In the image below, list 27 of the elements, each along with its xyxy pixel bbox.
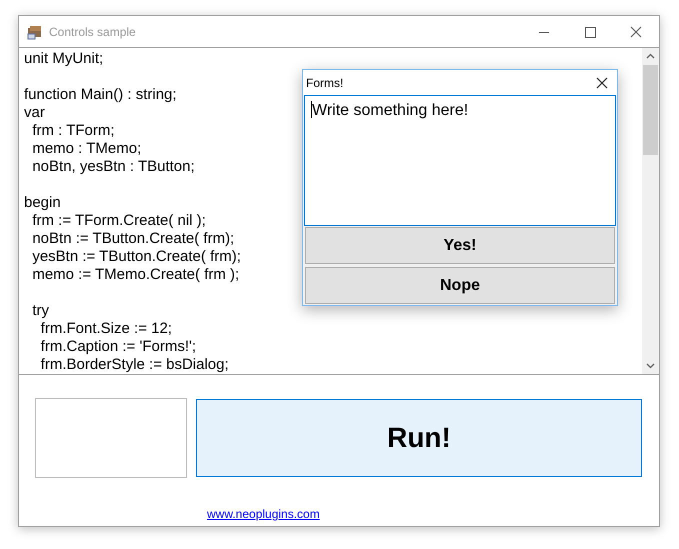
- code-line: noBtn, yesBtn : TButton;: [31, 158, 195, 175]
- website-link[interactable]: www.neoplugins.com: [207, 507, 320, 521]
- code-line: noBtn := TButton.Create( frm);: [31, 230, 234, 247]
- code-line: frm.BorderStyle := bsDialog;: [40, 356, 229, 373]
- run-button[interactable]: Run!: [196, 399, 642, 477]
- app-icon: [27, 24, 43, 40]
- code-line: unit MyUnit;: [24, 50, 104, 67]
- code-line: try: [31, 302, 49, 319]
- scrollbar[interactable]: [642, 48, 659, 374]
- dialog-button[interactable]: Nope: [305, 267, 615, 304]
- scroll-thumb[interactable]: [643, 65, 658, 155]
- code-line: frm.Font.Size := 12;: [40, 320, 172, 337]
- code-line: frm := TForm.Create( nil );: [31, 212, 206, 229]
- code-line: memo : TMemo;: [31, 140, 142, 157]
- close-icon[interactable]: [596, 76, 608, 88]
- code-line: function Main() : string;: [24, 86, 177, 103]
- window-title: Controls sample: [49, 24, 136, 40]
- code-line: yesBtn := TButton.Create( frm);: [31, 248, 241, 265]
- code-line: memo := TMemo.Create( frm );: [31, 266, 240, 283]
- dialog-button[interactable]: Yes!: [305, 227, 615, 264]
- code-line: begin: [24, 194, 61, 211]
- code-line: frm.Caption := 'Forms!';: [40, 338, 196, 355]
- dialog-title: Forms!: [306, 74, 344, 92]
- code-line: var: [24, 104, 45, 121]
- memo-text: Write something here!: [312, 101, 468, 121]
- memo-field[interactable]: Write something here!: [304, 95, 616, 226]
- code-line: frm : TForm;: [31, 122, 115, 139]
